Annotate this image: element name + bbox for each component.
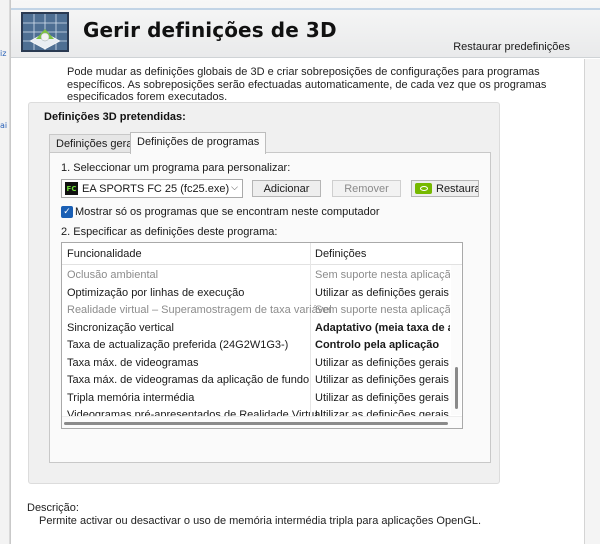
table-row[interactable]: Realidade virtual – Superamostragem de t… [62, 302, 450, 319]
remove-program-button[interactable]: Remover [332, 180, 401, 197]
restore-program-button[interactable]: Restaurar [411, 180, 479, 197]
restore-defaults-link[interactable]: Restaurar predefinições [453, 41, 570, 53]
step2-label: 2. Especificar as definições deste progr… [61, 226, 278, 238]
setting-cell: Utilizar as definições gerais (Desact [315, 391, 450, 404]
table-row[interactable]: Sincronização vertical Adaptativo (meia … [62, 320, 450, 337]
show-installed-only-label: Mostrar só os programas que se encontram… [75, 206, 380, 218]
horizontal-scroll-thumb[interactable] [64, 422, 448, 425]
left-sidebar-strip: iz ai [0, 0, 10, 544]
program-select[interactable]: FC EA SPORTS FC 25 (fc25.exe) ⌵ [61, 179, 243, 198]
table-row[interactable]: Taxa máx. de videogramas Utilizar as def… [62, 355, 450, 372]
header-accent-line [11, 8, 600, 10]
program-app-icon: FC [65, 182, 78, 195]
feature-cell: Taxa máx. de videogramas [67, 356, 199, 369]
left-frame-border [10, 0, 11, 544]
column-header-feature: Funcionalidade [67, 248, 142, 260]
feature-cell: Oclusão ambiental [67, 269, 159, 281]
feature-cell: Tripla memória intermédia [67, 391, 195, 404]
program-settings-panel: 1. Seleccionar um programa para personal… [49, 152, 491, 463]
right-scroll-gutter [585, 59, 600, 544]
description-label: Descrição: [27, 502, 79, 514]
table-header: Funcionalidade Definições [62, 243, 462, 265]
vertical-scrollbar[interactable] [451, 265, 461, 415]
show-installed-only-checkbox[interactable]: ✓ [61, 206, 73, 218]
feature-cell: Optimização por linhas de execução [67, 286, 245, 299]
page-header: Gerir definições de 3D Restaurar predefi… [11, 0, 600, 58]
feature-cell: Realidade virtual – Superamostragem de t… [67, 304, 332, 316]
sidebar-mark-2: ai [0, 121, 8, 130]
column-header-settings: Definições [315, 248, 367, 260]
show-installed-only-row: ✓ Mostrar só os programas que se encontr… [61, 206, 379, 218]
vertical-scroll-thumb[interactable] [455, 367, 458, 409]
sidebar-mark-1: iz [0, 49, 7, 58]
page-title: Gerir definições de 3D [83, 18, 337, 42]
intro-text: Pode mudar as definições globais de 3D e… [67, 66, 547, 103]
setting-cell: Utilizar as definições gerais (Activa [315, 286, 450, 299]
setting-cell: Utilizar as definições gerais (Desact [315, 374, 450, 386]
desired-3d-settings-group: Definições 3D pretendidas: Definições ge… [28, 102, 500, 484]
feature-cell: Taxa máx. de videogramas da aplicação de… [67, 374, 310, 386]
3d-settings-logo-icon [21, 12, 69, 52]
nvidia-logo-icon [415, 183, 432, 194]
description-text: Permite activar ou desactivar o uso de m… [39, 515, 482, 527]
setting-cell: Sem suporte nesta aplicação [315, 269, 450, 281]
chevron-down-icon: ⌵ [231, 183, 238, 193]
setting-cell: Utilizar as definições gerais (Desact [315, 356, 450, 369]
tab-program-settings[interactable]: Definições de programas [130, 132, 267, 154]
program-settings-table: Funcionalidade Definições Oclusão ambien… [61, 242, 463, 429]
feature-cell: Sincronização vertical [67, 321, 174, 334]
table-row[interactable]: Oclusão ambiental Sem suporte nesta apli… [62, 267, 450, 284]
setting-cell: Controlo pela aplicação [315, 339, 440, 351]
table-row[interactable]: Tripla memória intermédia Utilizar as de… [62, 390, 450, 407]
group-title: Definições 3D pretendidas: [44, 111, 186, 123]
restore-program-label: Restaurar [436, 182, 478, 195]
horizontal-scrollbar[interactable] [62, 416, 462, 428]
table-row[interactable]: Taxa de actualização preferida (24G2W1G3… [62, 337, 450, 354]
setting-cell: Adaptativo (meia taxa de act [315, 321, 450, 334]
setting-cell: Sem suporte nesta aplicação [315, 304, 450, 316]
add-program-button[interactable]: Adicionar [252, 180, 321, 197]
step1-label: 1. Seleccionar um programa para personal… [61, 162, 291, 174]
program-select-value: EA SPORTS FC 25 (fc25.exe) [82, 182, 230, 195]
table-row[interactable]: Optimização por linhas de execução Utili… [62, 285, 450, 302]
table-row[interactable]: Taxa máx. de videogramas da aplicação de… [62, 372, 450, 389]
feature-cell: Taxa de actualização preferida (24G2W1G3… [67, 339, 289, 351]
